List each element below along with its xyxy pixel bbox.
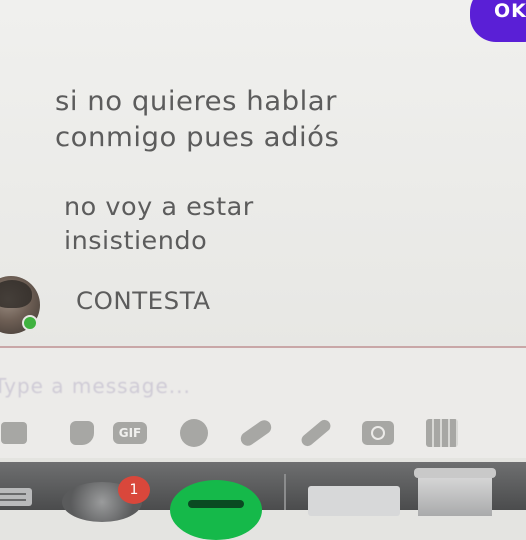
spotify-icon[interactable] [170, 480, 262, 540]
dock-separator [284, 474, 286, 510]
gif-label: GIF [113, 422, 147, 444]
chat-window: OK si no quieres hablar conmigo pues adi… [0, 0, 526, 540]
message-line: insistiendo [64, 226, 208, 255]
emoji-icon[interactable] [176, 418, 212, 448]
online-status-icon [22, 315, 38, 331]
message-input[interactable]: Type a message... [0, 374, 191, 398]
message-line: si no quieres hablar [55, 86, 337, 117]
menu-icon[interactable] [0, 488, 32, 506]
attachment-icon[interactable] [298, 417, 334, 449]
window-thumbnail[interactable] [308, 486, 400, 516]
calendar-icon[interactable] [424, 418, 460, 448]
avatar-hair [0, 280, 32, 308]
camera-icon[interactable] [360, 418, 396, 448]
message-line: CONTESTA [76, 287, 211, 315]
message-line: conmigo pues adiós [55, 122, 340, 153]
trash-icon[interactable] [414, 468, 496, 516]
link-icon[interactable] [238, 417, 274, 449]
sticker-icon[interactable] [64, 418, 100, 448]
image-icon[interactable] [0, 418, 32, 448]
ok-button[interactable]: OK [470, 0, 526, 42]
ok-button-label: OK [494, 0, 526, 22]
message-line: no voy a estar [64, 192, 254, 221]
notification-badge: 1 [118, 476, 150, 504]
message-bubble: no voy a estar insistiendo [64, 190, 254, 258]
gif-icon[interactable]: GIF [112, 418, 148, 448]
message-bubble: CONTESTA [76, 283, 211, 319]
message-bubble: si no quieres hablar conmigo pues adiós [55, 84, 339, 156]
